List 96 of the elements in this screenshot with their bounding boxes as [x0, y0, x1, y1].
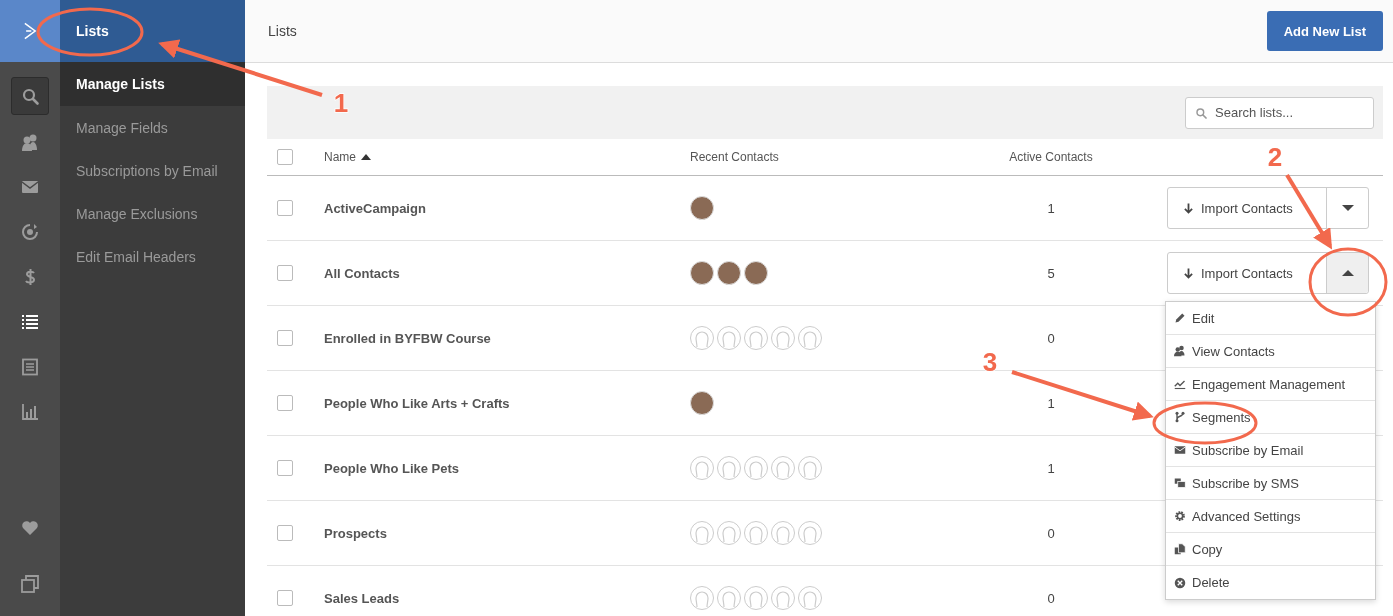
row-checkbox[interactable] [277, 330, 293, 346]
empty-avatar-icon [690, 586, 714, 610]
list-name[interactable]: Enrolled in BYFBW Course [324, 330, 491, 346]
document-icon [21, 358, 39, 376]
empty-avatar-icon [771, 326, 795, 350]
branch-icon [1174, 411, 1186, 423]
section-title: Lists [60, 0, 245, 62]
dropdown-toggle[interactable] [1327, 253, 1368, 293]
menu-item[interactable]: Copy [1166, 533, 1375, 566]
active-contacts-count: 1 [1047, 460, 1055, 476]
menu-item[interactable]: Advanced Settings [1166, 500, 1375, 533]
callout-number: 3 [982, 347, 998, 377]
download-arrow-icon [1184, 202, 1193, 214]
column-header[interactable]: Recent Contacts [690, 150, 779, 164]
page-title: Lists [268, 23, 297, 39]
bar-chart-icon [21, 403, 39, 421]
callout-number: 1 [333, 88, 349, 118]
avatar-photo-placeholder [690, 391, 714, 415]
column-header[interactable]: Active Contacts [1009, 150, 1093, 164]
empty-avatar-icon [690, 456, 714, 480]
row-checkbox[interactable] [277, 525, 293, 541]
empty-avatar-icon [744, 326, 768, 350]
active-contacts-count: 0 [1047, 590, 1055, 606]
stacked-windows-icon [21, 575, 39, 593]
empty-avatar-icon [744, 456, 768, 480]
menu-item[interactable]: Engagement Management [1166, 368, 1375, 401]
active-contacts-count: 1 [1047, 395, 1055, 411]
empty-avatar-icon [744, 521, 768, 545]
empty-avatar-icon [690, 521, 714, 545]
row-checkbox[interactable] [277, 200, 293, 216]
active-contacts-count: 5 [1047, 265, 1055, 281]
subnav-link[interactable]: Manage Lists [60, 62, 245, 106]
menu-item[interactable]: Subscribe by Email [1166, 434, 1375, 467]
subnav-link[interactable]: Edit Email Headers [60, 235, 245, 278]
empty-avatar-icon [771, 456, 795, 480]
empty-avatar-icon [798, 586, 822, 610]
active-contacts-count: 1 [1047, 200, 1055, 216]
menu-item[interactable]: Segments [1166, 401, 1375, 434]
subnav-link[interactable]: Manage Exclusions [60, 192, 245, 235]
empty-avatar-icon [744, 586, 768, 610]
menu-item[interactable]: Subscribe by SMS [1166, 467, 1375, 500]
list-name[interactable]: All Contacts [324, 265, 400, 281]
caret-icon [1341, 270, 1354, 276]
list-name[interactable]: People Who Like Arts + Crafts [324, 395, 510, 411]
list-name[interactable]: People Who Like Pets [324, 460, 460, 476]
subnav-link[interactable]: Subscriptions by Email [60, 149, 245, 192]
subnav-link[interactable]: Manage Fields [60, 106, 245, 149]
download-arrow-icon [1184, 267, 1193, 279]
add-list-button[interactable]: Add New List [1266, 11, 1383, 51]
cycle-gear-icon [21, 223, 39, 241]
empty-avatar-icon [798, 456, 822, 480]
empty-avatar-icon [717, 456, 741, 480]
empty-avatar-icon [717, 326, 741, 350]
empty-avatar-icon [798, 521, 822, 545]
pencil-icon [1174, 312, 1186, 324]
list-name[interactable]: ActiveCampaign [324, 200, 426, 216]
heart-icon [21, 519, 39, 537]
column-header[interactable]: Name [324, 150, 356, 164]
envelope-icon [21, 178, 39, 196]
empty-avatar-icon [798, 326, 822, 350]
search-nav-button[interactable] [11, 77, 49, 115]
callout-number: 2 [1267, 142, 1283, 172]
empty-avatar-icon [771, 586, 795, 610]
avatar-photo-placeholder [744, 261, 768, 285]
search-field[interactable]: Search lists... [1185, 96, 1374, 129]
empty-avatar-icon [717, 586, 741, 610]
empty-avatar-icon [690, 326, 714, 350]
active-contacts-count: 0 [1047, 330, 1055, 346]
menu-item[interactable]: Delete [1166, 566, 1375, 599]
list-icon [21, 313, 39, 331]
row-checkbox[interactable] [277, 590, 293, 606]
list-name[interactable]: Prospects [324, 525, 387, 541]
row-checkbox[interactable] [277, 395, 293, 411]
menu-item[interactable]: Edit [1166, 302, 1375, 335]
row-checkbox[interactable] [277, 460, 293, 476]
menu-item[interactable]: View Contacts [1166, 335, 1375, 368]
avatar-photo-placeholder [717, 261, 741, 285]
list-name[interactable]: Sales Leads [324, 590, 400, 606]
avatar-photo-placeholder [690, 261, 714, 285]
avatar-photo-placeholder [690, 196, 714, 220]
people-icon [21, 133, 39, 151]
search-icon [1195, 106, 1207, 119]
envelope-icon [1174, 444, 1186, 456]
empty-avatar-icon [771, 521, 795, 545]
people-icon [1174, 345, 1186, 357]
copy-icon [1174, 543, 1186, 555]
delete-circle-icon [1174, 576, 1186, 589]
gear-icon [1174, 510, 1186, 522]
row-checkbox[interactable] [277, 265, 293, 281]
search-icon [21, 87, 39, 105]
select-all-checkbox[interactable] [277, 149, 293, 165]
caret-icon [1341, 205, 1354, 211]
empty-avatar-icon [717, 521, 741, 545]
chat-bubbles-icon [1174, 477, 1186, 489]
trend-line-icon [1174, 378, 1186, 390]
active-contacts-count: 0 [1047, 525, 1055, 541]
